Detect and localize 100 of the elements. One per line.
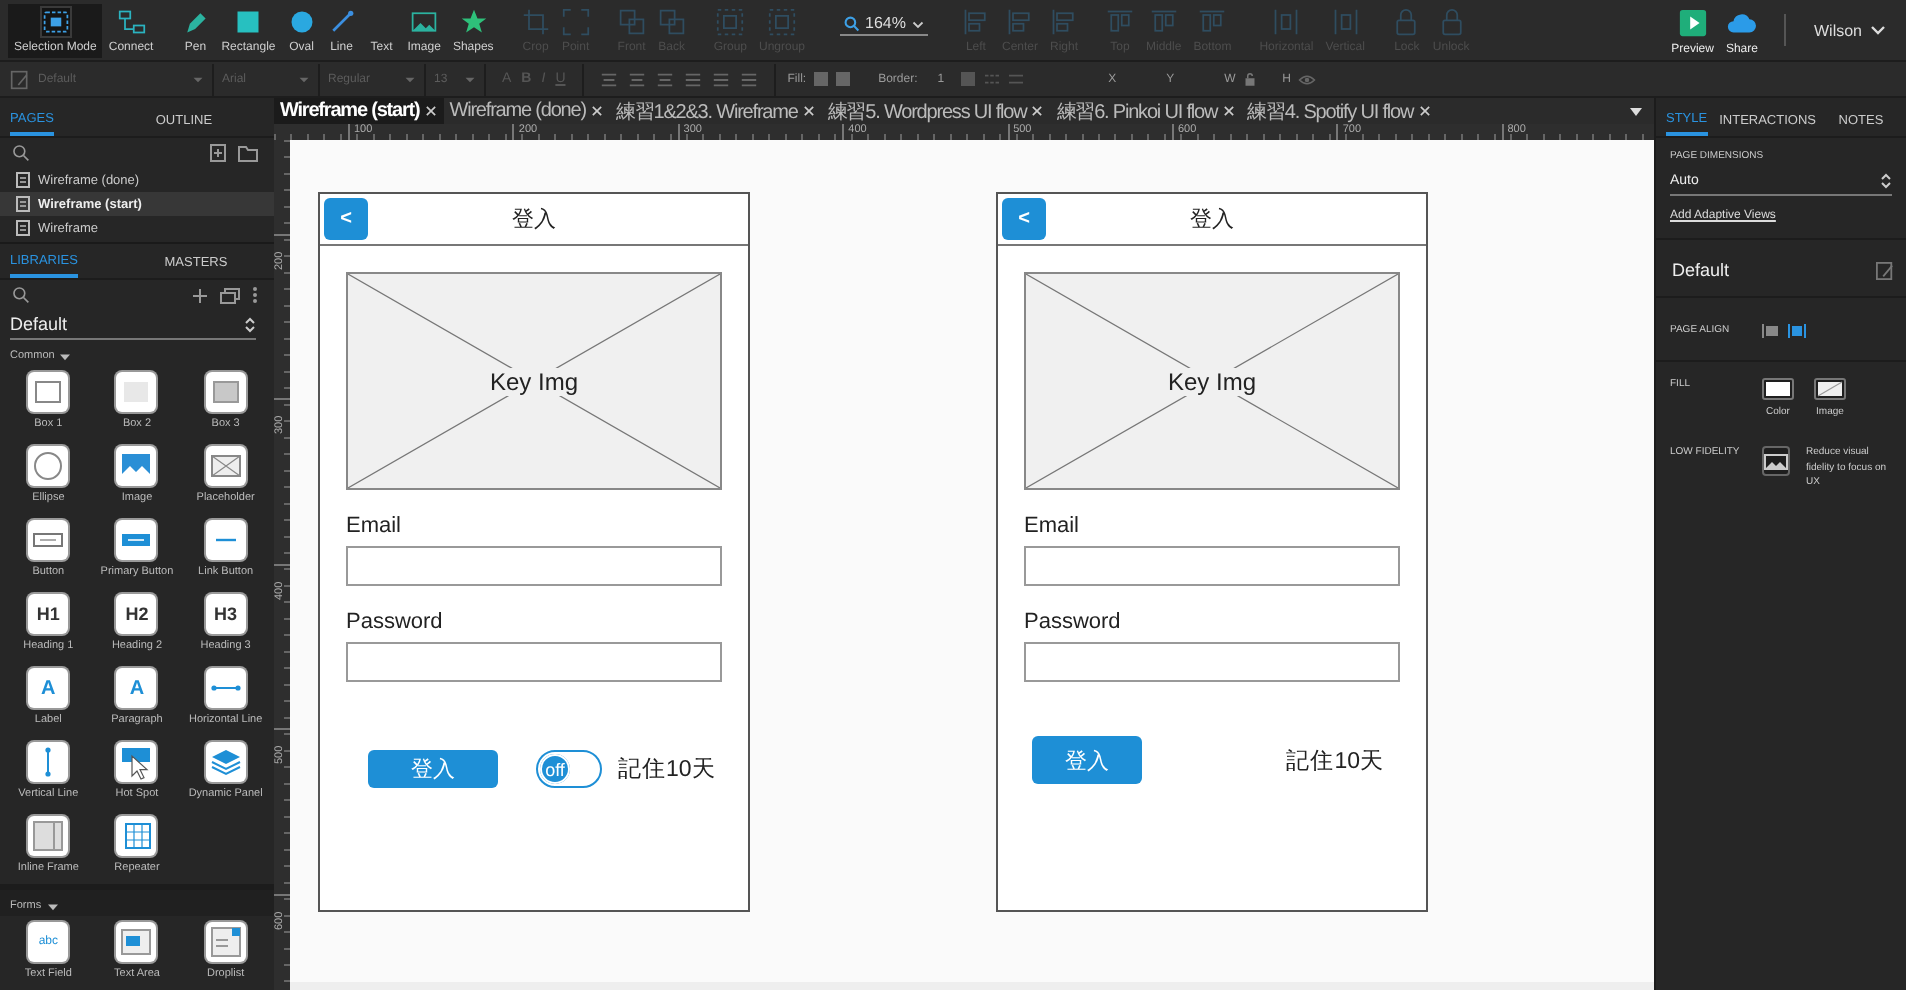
- updown-icon: [244, 315, 256, 333]
- folder-icon: [238, 145, 258, 161]
- align-icon: [1149, 7, 1178, 35]
- screen-title: 登入: [512, 206, 556, 234]
- cursor-icon: [116, 742, 157, 782]
- style-name: Default: [1672, 260, 1730, 280]
- document-tab[interactable]: Wireframe (done): [449, 100, 586, 122]
- more-icon: [252, 286, 258, 304]
- close-icon: [1032, 106, 1043, 116]
- paragraph-icon: A: [116, 668, 157, 708]
- dashed-square-icon: [41, 7, 70, 35]
- remember-label: 記住10天: [618, 755, 716, 784]
- image-icon: [410, 7, 439, 35]
- field-label: Email: [346, 514, 404, 538]
- box-icon: [205, 372, 246, 412]
- caret-icon: [1870, 22, 1886, 38]
- close-icon: [591, 106, 602, 116]
- caret-icon: [1630, 107, 1642, 115]
- field-label: Password: [1024, 610, 1123, 634]
- placeholder-label: Key Img: [1163, 367, 1260, 395]
- distribute-icon: [1331, 7, 1360, 35]
- placeholder-icon: [205, 446, 246, 486]
- user-menu[interactable]: Wilson: [1813, 21, 1886, 39]
- field-label: Password: [346, 610, 445, 634]
- low-fidelity-button[interactable]: [1762, 446, 1790, 476]
- circle-icon: [287, 7, 316, 35]
- border-style-icon: [1008, 72, 1025, 86]
- back-button[interactable]: <: [1002, 198, 1046, 240]
- align-text-icon: [739, 71, 758, 87]
- border-style-icon: [960, 72, 977, 86]
- align-icon: [1762, 324, 1780, 338]
- heading-icon: H2: [116, 594, 157, 634]
- button-icon: [28, 520, 69, 560]
- align-text-icon: [683, 71, 702, 87]
- search-icon: [12, 286, 30, 304]
- image-swatch-icon: [1814, 378, 1846, 400]
- group-icon: [768, 7, 796, 35]
- zoom-dropdown[interactable]: 164%: [839, 12, 928, 36]
- input-field[interactable]: [1024, 546, 1400, 586]
- align-icon: [1050, 7, 1078, 35]
- copy-icon: [220, 287, 240, 303]
- circle-icon: [28, 446, 69, 486]
- back-button[interactable]: <: [324, 198, 368, 240]
- image-icon: [1764, 453, 1788, 469]
- align-text-icon: [711, 71, 730, 87]
- login-button[interactable]: 登入: [368, 750, 498, 788]
- close-icon: [1223, 106, 1234, 116]
- lock-icon: [1243, 72, 1256, 86]
- eye-icon: [1298, 73, 1317, 85]
- document-tab[interactable]: 練習4. Spotify UI flow: [1247, 97, 1414, 125]
- star-icon: [459, 7, 488, 35]
- caret-icon: [298, 73, 310, 85]
- input-field[interactable]: [346, 642, 722, 682]
- document-tab[interactable]: 練習1&2&3. Wireframe: [615, 97, 798, 125]
- line-icon: [327, 7, 356, 35]
- input-field[interactable]: [346, 546, 722, 586]
- heading-icon: H3: [205, 594, 246, 634]
- style-icon: [10, 69, 30, 89]
- box-icon: [116, 372, 157, 412]
- layers-icon: [617, 7, 646, 35]
- remember-label: 記住10天: [1286, 747, 1384, 775]
- library-dropdown[interactable]: Default: [10, 314, 256, 340]
- align-icon: [1788, 324, 1806, 338]
- caret-icon: [404, 73, 416, 85]
- caret-icon: [60, 351, 71, 361]
- close-icon: [425, 106, 436, 116]
- close-icon: [803, 106, 814, 116]
- caret-icon: [47, 901, 58, 911]
- align-text-icon: [627, 71, 646, 87]
- image-icon: [116, 446, 157, 486]
- align-text-icon: [599, 71, 618, 87]
- color-swatch-icon: [1762, 378, 1794, 400]
- border-style-icon: [984, 72, 1001, 86]
- lock-icon: [1392, 7, 1421, 35]
- align-icon: [961, 7, 990, 35]
- document-tab[interactable]: 練習5. Wordpress UI flow: [827, 97, 1027, 125]
- document-tab[interactable]: 練習6. Pinkoi UI flow: [1056, 97, 1218, 125]
- screen-title: 登入: [1190, 206, 1234, 234]
- field-label: Email: [1024, 514, 1082, 538]
- page-icon: [16, 196, 30, 212]
- updown-icon: [1880, 172, 1892, 190]
- square-icon: [234, 7, 263, 35]
- align-text-icon: [655, 71, 674, 87]
- search-icon: [843, 15, 860, 31]
- page-icon: [16, 220, 30, 236]
- droplist-icon: [205, 922, 246, 962]
- button-icon: [116, 520, 157, 560]
- grid-icon: [116, 816, 157, 856]
- login-button[interactable]: 登入: [1032, 736, 1142, 784]
- corners-icon: [561, 7, 590, 35]
- placeholder-label: Key Img: [485, 367, 582, 395]
- group-icon: [716, 7, 745, 35]
- toggle-switch[interactable]: off: [536, 750, 602, 788]
- edit-icon: [1876, 261, 1894, 279]
- connector-icon: [117, 7, 146, 35]
- lock-icon: [1437, 7, 1466, 35]
- plus-icon: [192, 287, 208, 303]
- caret-icon: [464, 73, 476, 85]
- input-field[interactable]: [1024, 642, 1400, 682]
- label-icon: A: [28, 668, 69, 708]
